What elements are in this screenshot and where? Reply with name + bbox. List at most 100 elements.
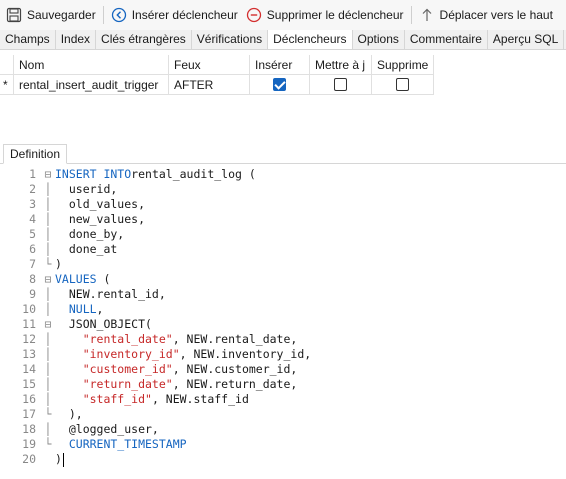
code-text: JSON_OBJECT( (55, 317, 152, 332)
code-line[interactable]: 2 │ userid, (0, 182, 566, 197)
delete-trigger-button[interactable]: Supprimer le déclencheur (244, 0, 410, 30)
sql-text: , NEW.customer_id, (172, 362, 298, 376)
code-line[interactable]: 1 ⊟ INSERT INTOrental_audit_log ( (0, 167, 566, 182)
fold-guide: │ (44, 242, 52, 256)
fold-guide: │ (44, 392, 52, 406)
save-button[interactable]: Sauvegarder (0, 0, 102, 30)
code-line[interactable]: 15 │ "return_date", NEW.return_date, (0, 377, 566, 392)
sql-text: @logged_user, (55, 422, 159, 436)
column-header-supprimer[interactable]: Supprime (372, 55, 434, 75)
trigger-fires-cell[interactable]: AFTER (169, 75, 250, 95)
toolbar: Sauvegarder Insérer déclencheur Supprime… (0, 0, 566, 30)
sql-text: , (96, 302, 104, 316)
code-text: ) (55, 257, 62, 272)
line-number: 3 (29, 197, 36, 211)
code-text: NEW.rental_id, (55, 287, 166, 302)
code-line[interactable]: 6 │ done_at (0, 242, 566, 257)
sql-text: userid, (55, 182, 118, 196)
sql-text: NEW.rental_id, (55, 287, 166, 301)
trigger-name-cell[interactable]: rental_insert_audit_trigger (14, 75, 169, 95)
code-line[interactable]: 11 ⊟ JSON_OBJECT( (0, 317, 566, 332)
sql-text: , NEW.rental_date, (172, 332, 298, 346)
tab-declencheurs[interactable]: Déclencheurs (268, 30, 353, 49)
tab-verifications[interactable]: Vérifications (192, 30, 269, 49)
line-number: 4 (29, 212, 36, 226)
fold-guide: │ (44, 362, 52, 376)
arrow-left-circle-icon (111, 7, 127, 23)
tab-champs[interactable]: Champs (0, 30, 56, 49)
insert-checkbox[interactable] (273, 78, 286, 91)
save-label: Sauvegarder (27, 8, 96, 22)
column-header-nom[interactable]: Nom (14, 55, 169, 75)
code-line[interactable]: 9 │ NEW.rental_id, (0, 287, 566, 302)
code-line[interactable]: 8 ⊟ VALUES ( (0, 272, 566, 287)
sql-text: old_values, (55, 197, 146, 211)
code-text: @logged_user, (55, 422, 159, 437)
insert-trigger-button[interactable]: Insérer déclencheur (105, 0, 244, 30)
sql-keyword: INSERT INTO (55, 167, 132, 181)
tab-index[interactable]: Index (56, 30, 97, 49)
sql-text: done_by, (55, 227, 125, 241)
update-checkbox[interactable] (334, 78, 347, 91)
sql-text: rental_audit_log ( (131, 167, 256, 181)
tab-cles-etrangeres[interactable]: Clés étrangères (96, 30, 192, 49)
line-number: 13 (22, 347, 36, 361)
code-text: done_at (55, 242, 117, 257)
column-header-mettre-a-jour[interactable]: Mettre à j (310, 55, 372, 75)
code-line[interactable]: 3 │ old_values, (0, 197, 566, 212)
code-line[interactable]: 10 │ NULL, (0, 302, 566, 317)
update-checkbox-cell (310, 75, 372, 95)
tab-options[interactable]: Options (353, 30, 405, 49)
line-number: 9 (29, 287, 36, 301)
code-line[interactable]: 16 │ "staff_id", NEW.staff_id (0, 392, 566, 407)
delete-checkbox-cell (372, 75, 434, 95)
code-text: old_values, (55, 197, 145, 212)
fold-toggle-icon[interactable]: ⊟ (42, 167, 54, 182)
code-line[interactable]: 18 │ @logged_user, (0, 422, 566, 437)
tab-apercu-sql[interactable]: Aperçu SQL (488, 30, 565, 49)
move-up-button[interactable]: Déplacer vers le haut (413, 0, 559, 30)
sql-text: , NEW.staff_id (151, 392, 249, 406)
sql-keyword: CURRENT_TIMESTAMP (55, 437, 187, 451)
sql-editor[interactable]: 1 ⊟ INSERT INTOrental_audit_log (2 │ userid… (0, 165, 566, 475)
sql-string: "rental_date" (55, 332, 173, 346)
sql-text: ( (96, 272, 111, 286)
tab-commentaire[interactable]: Commentaire (405, 30, 488, 49)
column-header-feux[interactable]: Feux (169, 55, 250, 75)
table-row[interactable]: * rental_insert_audit_trigger AFTER (0, 75, 434, 95)
code-line[interactable]: 19 └ CURRENT_TIMESTAMP (0, 437, 566, 452)
fold-guide: │ (44, 287, 52, 301)
fold-guide: └ (44, 407, 52, 421)
toolbar-divider (410, 6, 412, 24)
code-line[interactable]: 7 └) (0, 257, 566, 272)
sql-keyword: VALUES (55, 272, 97, 286)
delete-checkbox[interactable] (396, 78, 409, 91)
fold-toggle-icon[interactable]: ⊟ (42, 317, 54, 332)
code-line[interactable]: 17 └ ), (0, 407, 566, 422)
fold-guide: └ (44, 437, 52, 451)
code-line[interactable]: 4 │ new_values, (0, 212, 566, 227)
text-caret (62, 452, 64, 467)
sql-text: ), (55, 407, 83, 421)
tab-definition[interactable]: Definition (3, 144, 68, 164)
sql-text: done_at (55, 242, 118, 256)
code-text: new_values, (55, 212, 145, 227)
delete-trigger-label: Supprimer le déclencheur (266, 8, 404, 22)
fold-guide: │ (44, 422, 52, 436)
code-line[interactable]: 12 │ "rental_date", NEW.rental_date, (0, 332, 566, 347)
line-number: 15 (22, 377, 36, 391)
code-text: "return_date", NEW.return_date, (55, 377, 298, 392)
fold-guide: │ (44, 227, 52, 241)
fold-toggle-icon[interactable]: ⊟ (42, 272, 54, 287)
line-number: 16 (22, 392, 36, 406)
column-header-inserer[interactable]: Insérer (250, 55, 310, 75)
code-line[interactable]: 5 │ done_by, (0, 227, 566, 242)
definition-divider (0, 163, 566, 164)
code-text: NULL, (55, 302, 104, 317)
insert-checkbox-cell (250, 75, 310, 95)
code-line[interactable]: 14 │ "customer_id", NEW.customer_id, (0, 362, 566, 377)
code-line[interactable]: 20) (0, 452, 566, 467)
code-line[interactable]: 13 │ "inventory_id", NEW.inventory_id, (0, 347, 566, 362)
save-icon (6, 7, 22, 23)
row-marker-header (0, 55, 14, 75)
